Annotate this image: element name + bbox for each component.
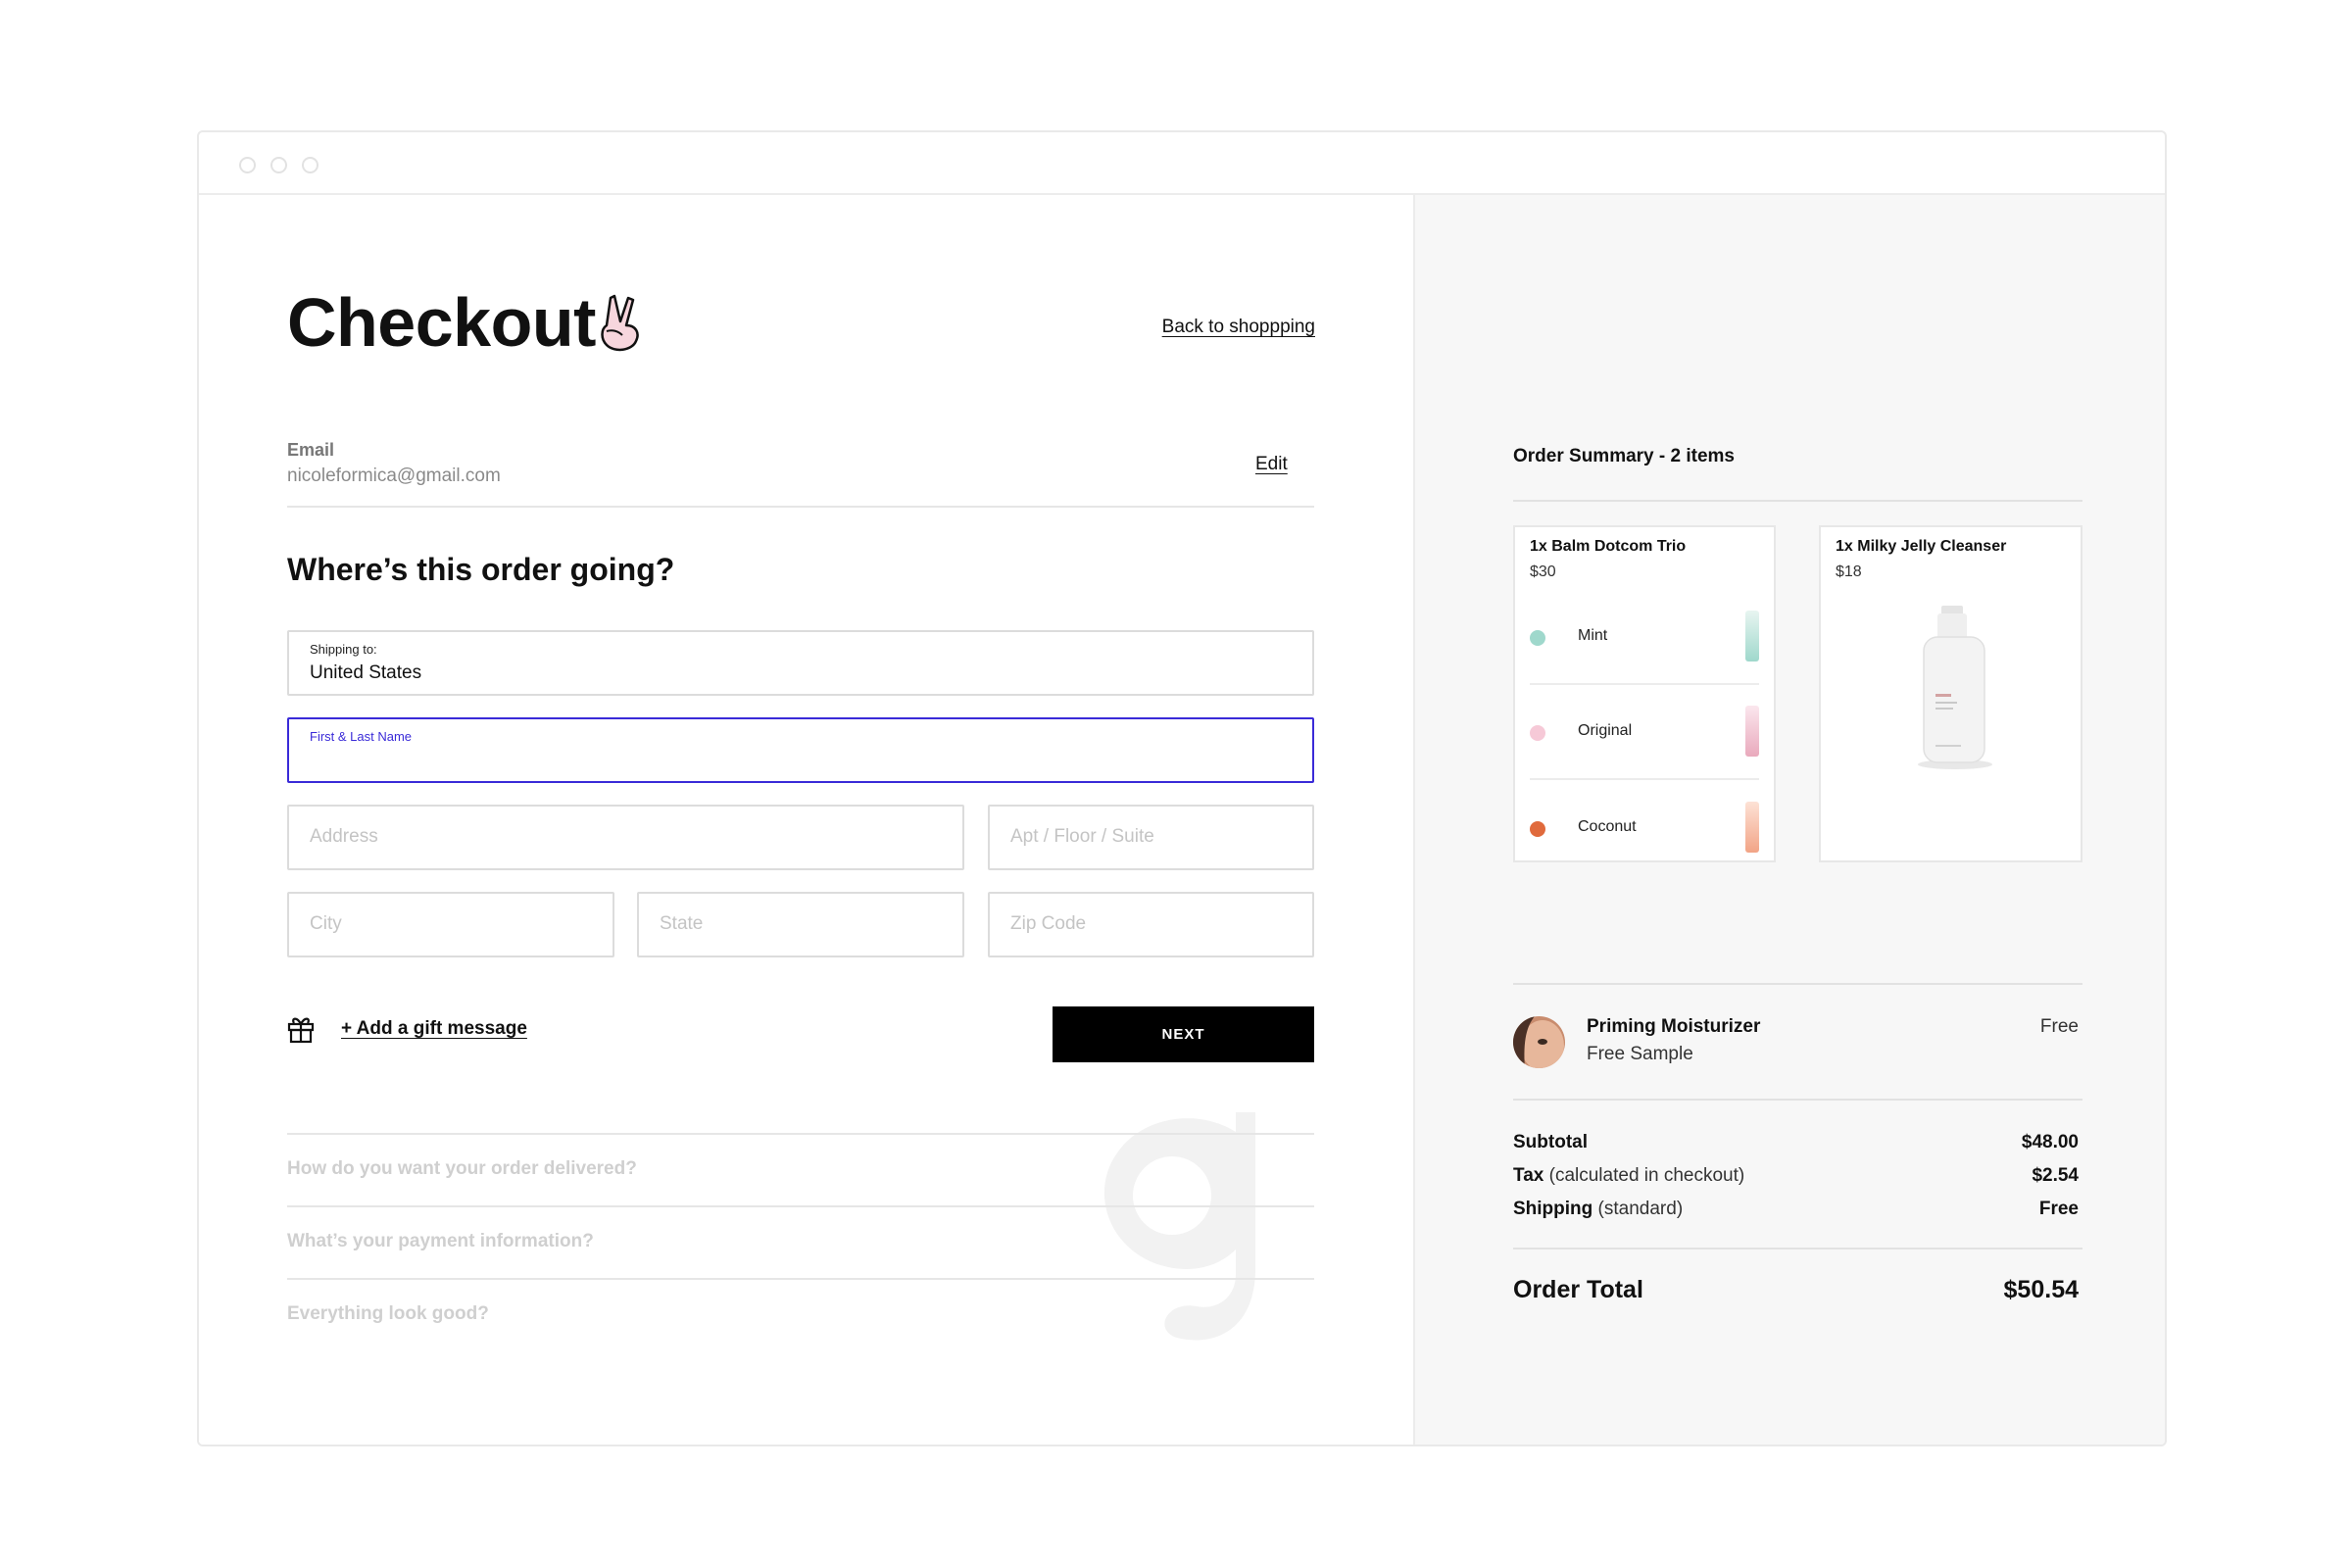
- product-card[interactable]: 1x Balm Dotcom Trio $30 Mint Original Co…: [1513, 525, 1776, 862]
- variant-label: Mint: [1578, 627, 1608, 644]
- browser-window: Checkout Back to shoppping Email nicolef…: [197, 130, 2167, 1446]
- divider: [1513, 1099, 2082, 1101]
- email-value: nicoleformica@gmail.com: [287, 466, 501, 486]
- subtotal-label: Subtotal: [1513, 1132, 1588, 1152]
- edit-email-link[interactable]: Edit: [1255, 454, 1288, 475]
- tax-label: Tax (calculated in checkout): [1513, 1165, 1745, 1186]
- shipping-country-value: United States: [310, 662, 422, 683]
- balm-tube-image: [1745, 611, 1759, 662]
- product-title: 1x Milky Jelly Cleanser: [1836, 538, 2007, 555]
- sample-price: Free: [2039, 1016, 2079, 1037]
- full-name-input[interactable]: First & Last Name: [287, 717, 1314, 783]
- variant-color-dot: [1530, 630, 1545, 646]
- variant-row: Coconut: [1530, 782, 1759, 876]
- variant-label: Coconut: [1578, 818, 1637, 835]
- order-summary-pane: Order Summary - 2 items 1x Balm Dotcom T…: [1413, 195, 2165, 1445]
- product-price: $30: [1530, 564, 1556, 580]
- divider: [1513, 983, 2082, 985]
- window-minimize-dot[interactable]: [270, 157, 287, 173]
- full-name-label: First & Last Name: [310, 729, 413, 744]
- sample-subtitle: Free Sample: [1587, 1044, 1693, 1064]
- product-title: 1x Balm Dotcom Trio: [1530, 538, 1687, 555]
- divider: [287, 506, 1314, 508]
- shipping-section-heading: Where’s this order going?: [287, 552, 675, 587]
- product-card[interactable]: 1x Milky Jelly Cleanser $18: [1819, 525, 2082, 862]
- variant-row: Original: [1530, 686, 1759, 780]
- step-delivery[interactable]: How do you want your order delivered?: [287, 1158, 637, 1180]
- divider: [287, 1278, 1314, 1280]
- brand-watermark-logo: [1103, 1112, 1255, 1341]
- divider: [287, 1205, 1314, 1207]
- city-placeholder: City: [310, 913, 342, 934]
- zip-input[interactable]: Zip Code: [988, 892, 1314, 957]
- zip-placeholder: Zip Code: [1010, 913, 1087, 934]
- shipping-country-select[interactable]: Shipping to: United States: [287, 630, 1314, 696]
- order-summary-title: Order Summary - 2 items: [1513, 446, 1735, 466]
- city-input[interactable]: City: [287, 892, 614, 957]
- next-button[interactable]: NEXT: [1053, 1006, 1314, 1062]
- step-review[interactable]: Everything look good?: [287, 1303, 489, 1325]
- cleanser-bottle-image: [1918, 606, 1992, 769]
- shipping-label: Shipping (standard): [1513, 1199, 1684, 1219]
- window-maximize-dot[interactable]: [302, 157, 318, 173]
- product-price: $18: [1836, 564, 1862, 580]
- peace-hand-icon: [601, 294, 639, 352]
- order-total-value: $50.54: [2003, 1276, 2079, 1303]
- sample-avatar: [1513, 1016, 1565, 1068]
- window-titlebar: [199, 132, 2165, 195]
- variant-row: Mint: [1530, 591, 1759, 685]
- sample-name: Priming Moisturizer: [1587, 1016, 1761, 1037]
- add-gift-message-link[interactable]: + Add a gift message: [341, 1018, 527, 1040]
- balm-tube-image: [1745, 706, 1759, 757]
- divider: [287, 1133, 1314, 1135]
- shipping-country-label: Shipping to:: [310, 642, 377, 657]
- address-placeholder: Address: [310, 826, 378, 847]
- apt-input[interactable]: Apt / Floor / Suite: [988, 805, 1314, 870]
- apt-placeholder: Apt / Floor / Suite: [1010, 826, 1154, 847]
- address-input[interactable]: Address: [287, 805, 964, 870]
- subtotal-value: $48.00: [2021, 1132, 2079, 1152]
- back-to-shopping-link[interactable]: Back to shoppping: [1162, 317, 1315, 338]
- divider: [1530, 683, 1759, 685]
- state-placeholder: State: [660, 913, 704, 934]
- email-label: Email: [287, 440, 335, 460]
- balm-tube-image: [1745, 802, 1759, 853]
- state-input[interactable]: State: [637, 892, 964, 957]
- gift-icon[interactable]: [287, 1014, 315, 1044]
- page-title: Checkout: [287, 284, 596, 361]
- variant-color-dot: [1530, 725, 1545, 741]
- divider: [1513, 1248, 2082, 1250]
- divider: [1513, 500, 2082, 502]
- divider: [1530, 778, 1759, 780]
- variant-color-dot: [1530, 821, 1545, 837]
- variant-label: Original: [1578, 722, 1633, 739]
- checkout-pane: Checkout Back to shoppping Email nicolef…: [199, 195, 1413, 1445]
- order-total-label: Order Total: [1513, 1276, 1643, 1303]
- step-payment[interactable]: What’s your payment information?: [287, 1231, 594, 1252]
- window-close-dot[interactable]: [239, 157, 256, 173]
- shipping-value: Free: [2038, 1199, 2079, 1219]
- tax-value: $2.54: [2032, 1165, 2079, 1186]
